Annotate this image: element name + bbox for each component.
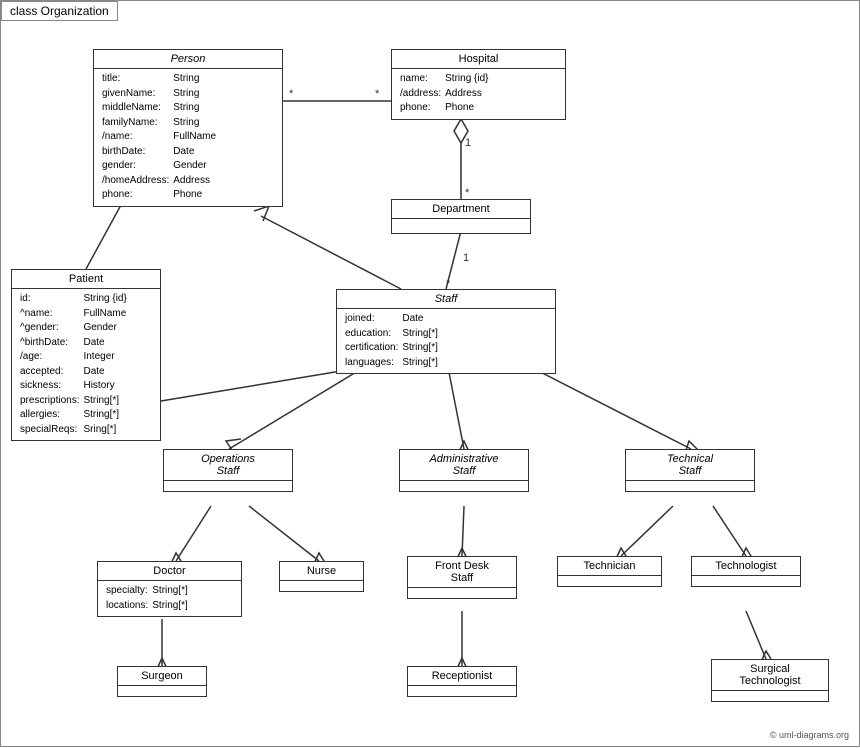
class-surgeon: Surgeon (117, 666, 207, 697)
class-person-body: title:String givenName:String middleName… (94, 69, 282, 206)
class-surgical-tech-body (712, 691, 828, 701)
class-ops-staff-body (164, 481, 292, 491)
class-staff: Staff joined:Date education:String[*] ce… (336, 289, 556, 374)
class-nurse: Nurse (279, 561, 364, 592)
class-front-desk: Front DeskStaff (407, 556, 517, 599)
class-tech-staff: TechnicalStaff (625, 449, 755, 492)
diagram-container: class Organization * * 1 * 1 * * (0, 0, 860, 747)
class-patient-body: id:String {id} ^name:FullName ^gender:Ge… (12, 289, 160, 440)
class-technician: Technician (557, 556, 662, 587)
class-doctor-body: specialty:String[*] locations:String[*] (98, 581, 241, 616)
class-technician-body (558, 576, 661, 586)
class-department-body (392, 219, 530, 233)
class-admin-staff: AdministrativeStaff (399, 449, 529, 492)
svg-text:*: * (465, 187, 470, 199)
class-department-title: Department (392, 200, 530, 219)
class-surgeon-body (118, 686, 206, 696)
class-ops-staff: OperationsStaff (163, 449, 293, 492)
class-doctor-title: Doctor (98, 562, 241, 581)
class-surgeon-title: Surgeon (118, 667, 206, 686)
class-patient: Patient id:String {id} ^name:FullName ^g… (11, 269, 161, 441)
class-doctor: Doctor specialty:String[*] locations:Str… (97, 561, 242, 617)
class-receptionist-body (408, 686, 516, 696)
copyright: © uml-diagrams.org (770, 730, 849, 740)
class-staff-body: joined:Date education:String[*] certific… (337, 309, 555, 373)
class-hospital: Hospital name:String {id} /address:Addre… (391, 49, 566, 120)
class-technologist: Technologist (691, 556, 801, 587)
class-technician-title: Technician (558, 557, 661, 576)
class-surgical-tech: SurgicalTechnologist (711, 659, 829, 702)
class-technologist-body (692, 576, 800, 586)
class-front-desk-title: Front DeskStaff (408, 557, 516, 588)
class-hospital-body: name:String {id} /address:Address phone:… (392, 69, 565, 119)
diagram-title: class Organization (1, 1, 118, 21)
class-receptionist-title: Receptionist (408, 667, 516, 686)
class-surgical-tech-title: SurgicalTechnologist (712, 660, 828, 691)
class-tech-staff-body (626, 481, 754, 491)
class-staff-title: Staff (337, 290, 555, 309)
class-admin-staff-body (400, 481, 528, 491)
class-technologist-title: Technologist (692, 557, 800, 576)
class-front-desk-body (408, 588, 516, 598)
class-nurse-title: Nurse (280, 562, 363, 581)
svg-text:1: 1 (465, 137, 471, 149)
class-patient-title: Patient (12, 270, 160, 289)
class-nurse-body (280, 581, 363, 591)
class-receptionist: Receptionist (407, 666, 517, 697)
class-admin-staff-title: AdministrativeStaff (400, 450, 528, 481)
svg-text:*: * (289, 88, 294, 100)
class-hospital-title: Hospital (392, 50, 565, 69)
class-person: Person title:String givenName:String mid… (93, 49, 283, 207)
svg-text:1: 1 (463, 252, 469, 264)
class-department: Department (391, 199, 531, 234)
class-ops-staff-title: OperationsStaff (164, 450, 292, 481)
svg-text:*: * (375, 88, 380, 100)
class-tech-staff-title: TechnicalStaff (626, 450, 754, 481)
class-person-title: Person (94, 50, 282, 69)
